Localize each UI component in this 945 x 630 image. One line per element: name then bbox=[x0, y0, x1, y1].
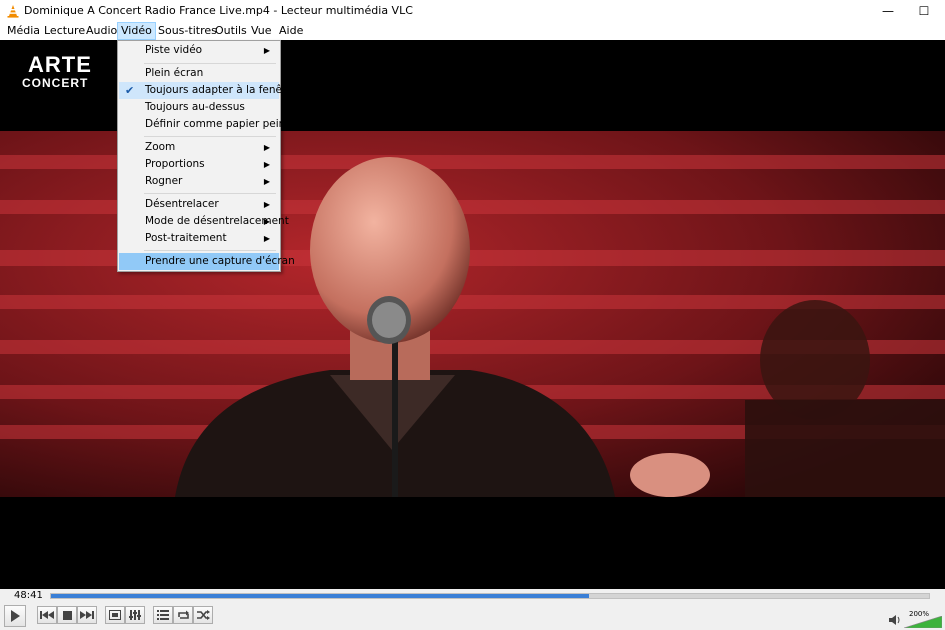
menu-aide[interactable]: Aide bbox=[276, 23, 306, 39]
title-bar: Dominique A Concert Radio France Live.mp… bbox=[0, 0, 945, 22]
menu-item-post-traitement[interactable]: Post-traitement ▶ bbox=[119, 230, 279, 247]
logo-top-text: ARTE bbox=[28, 52, 92, 77]
elapsed-time: 48:41 bbox=[14, 590, 43, 601]
menu-item-label: Prendre une capture d'écran bbox=[145, 255, 295, 267]
menu-item-proportions[interactable]: Proportions ▶ bbox=[119, 156, 279, 173]
submenu-arrow-icon: ▶ bbox=[263, 234, 270, 243]
menu-item-label: Piste vidéo bbox=[145, 44, 203, 56]
extended-settings-icon bbox=[129, 610, 141, 620]
submenu-arrow-icon: ▶ bbox=[263, 177, 270, 186]
play-icon bbox=[11, 610, 20, 622]
menu-item-label: Définir comme papier peint bbox=[145, 118, 290, 130]
menu-item-mode-desentrelacement[interactable]: Mode de désentrelacement ▶ bbox=[119, 213, 289, 230]
menu-separator bbox=[144, 193, 276, 194]
loop-icon bbox=[177, 610, 189, 619]
stop-button[interactable] bbox=[57, 606, 77, 624]
menu-separator bbox=[144, 63, 276, 64]
video-dropdown-menu: Piste vidéo ▶ Plein écran ✔ Toujours ada… bbox=[117, 40, 297, 272]
menu-item-piste-video[interactable]: Piste vidéo ▶ bbox=[119, 42, 279, 59]
submenu-arrow-icon: ▶ bbox=[263, 46, 270, 55]
play-button[interactable] bbox=[4, 605, 26, 627]
menu-item-desentrelacer[interactable]: Désentrelacer ▶ bbox=[119, 196, 279, 213]
menu-item-zoom[interactable]: Zoom ▶ bbox=[119, 139, 279, 156]
menu-item-label: Plein écran bbox=[145, 67, 204, 79]
seek-progress bbox=[51, 594, 590, 598]
menu-sous-titres[interactable]: Sous-titres bbox=[155, 23, 220, 39]
playlist-button[interactable] bbox=[153, 606, 173, 624]
menu-item-papier-peint[interactable]: Définir comme papier peint bbox=[119, 116, 289, 133]
next-button[interactable] bbox=[77, 606, 97, 624]
menu-item-plein-ecran[interactable]: Plein écran bbox=[119, 65, 279, 82]
shuffle-button[interactable] bbox=[193, 606, 213, 624]
menu-item-label: Rogner bbox=[145, 175, 183, 187]
next-icon bbox=[80, 611, 94, 619]
menu-item-label: Toujours adapter à la fenêtre bbox=[145, 84, 297, 96]
volume-slider[interactable] bbox=[904, 616, 942, 628]
checkmark-icon: ✔ bbox=[125, 84, 135, 97]
menu-video[interactable]: Vidéo bbox=[117, 22, 156, 40]
seek-row: 48:41 bbox=[0, 589, 945, 603]
fullscreen-icon bbox=[109, 610, 121, 620]
arte-concert-logo: ARTE CONCERT bbox=[22, 52, 112, 100]
extended-settings-button[interactable] bbox=[125, 606, 145, 624]
menu-separator bbox=[144, 136, 276, 137]
minimize-button[interactable]: — bbox=[870, 0, 906, 22]
menu-lecture[interactable]: Lecture bbox=[41, 23, 88, 39]
menu-audio[interactable]: Audio bbox=[83, 23, 120, 39]
playlist-icon bbox=[157, 610, 169, 620]
stop-icon bbox=[62, 610, 72, 620]
submenu-arrow-icon: ▶ bbox=[263, 143, 270, 152]
menu-vue[interactable]: Vue bbox=[248, 23, 275, 39]
menu-item-label: Post-traitement bbox=[145, 232, 227, 244]
maximize-button[interactable]: ☐ bbox=[906, 0, 942, 22]
menu-item-label: Proportions bbox=[145, 158, 205, 170]
menu-item-toujours-au-dessus[interactable]: Toujours au-dessus bbox=[119, 99, 279, 116]
menu-separator bbox=[144, 250, 276, 251]
menu-item-label: Zoom bbox=[145, 141, 176, 153]
fullscreen-button[interactable] bbox=[105, 606, 125, 624]
submenu-arrow-icon: ▶ bbox=[263, 200, 270, 209]
menu-item-label: Toujours au-dessus bbox=[145, 101, 245, 113]
logo-bottom-text: CONCERT bbox=[22, 76, 89, 90]
menu-item-capture-ecran[interactable]: Prendre une capture d'écran bbox=[119, 253, 295, 270]
previous-icon bbox=[40, 611, 54, 619]
vlc-cone-icon bbox=[7, 5, 19, 18]
menu-item-toujours-adapter[interactable]: ✔ Toujours adapter à la fenêtre bbox=[119, 82, 297, 99]
volume-icon[interactable] bbox=[889, 614, 901, 626]
seek-bar[interactable] bbox=[50, 593, 930, 599]
shuffle-icon bbox=[196, 610, 210, 620]
menu-item-rogner[interactable]: Rogner ▶ bbox=[119, 173, 279, 190]
window-title: Dominique A Concert Radio France Live.mp… bbox=[24, 4, 413, 17]
menu-media[interactable]: Média bbox=[4, 23, 43, 39]
menu-bar: Média Lecture Audio Vidéo Sous-titres Ou… bbox=[0, 22, 945, 40]
menu-outils[interactable]: Outils bbox=[212, 23, 250, 39]
submenu-arrow-icon: ▶ bbox=[263, 160, 270, 169]
previous-button[interactable] bbox=[37, 606, 57, 624]
loop-button[interactable] bbox=[173, 606, 193, 624]
menu-item-label: Désentrelacer bbox=[145, 198, 219, 210]
control-bar: 200% bbox=[0, 603, 945, 630]
submenu-arrow-icon: ▶ bbox=[263, 217, 270, 226]
